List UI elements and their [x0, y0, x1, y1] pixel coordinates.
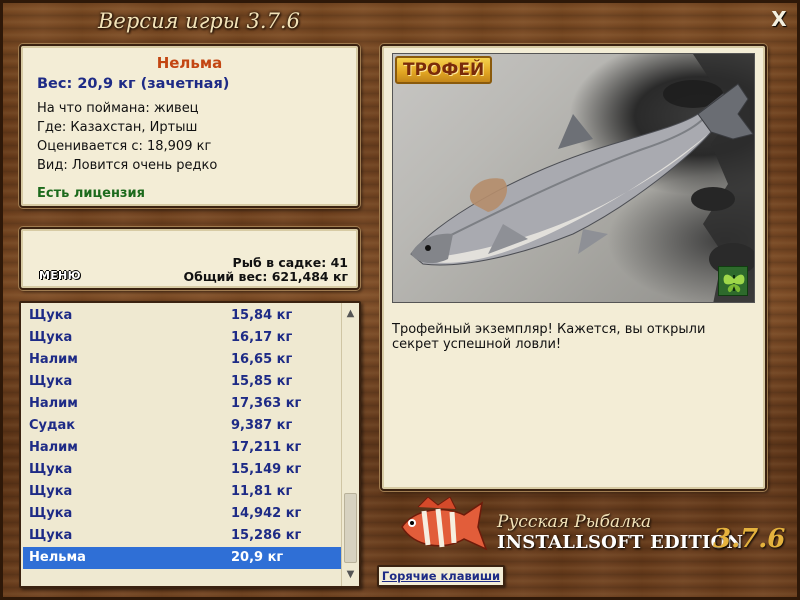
catch-list-scrollbar[interactable]: ▲ ▼: [341, 303, 359, 586]
catch-fish-name: Щука: [29, 374, 73, 389]
fish-details: На что поймана: живец Где: Казахстан, Ир…: [37, 99, 217, 175]
catch-fish-name: Щука: [29, 330, 73, 345]
fish-weight: Вес: 20,9 кг (зачетная): [37, 76, 230, 92]
logo-fish-icon: [401, 497, 488, 551]
catch-list-row[interactable]: Щука 15,286 кг: [23, 525, 341, 547]
catch-list-row[interactable]: Щука 15,84 кг: [23, 305, 341, 327]
catch-fish-weight: 15,84 кг: [231, 308, 293, 323]
trophy-badge: ТРОФЕЙ: [395, 56, 493, 84]
catch-list[interactable]: Щука 15,84 кг Щука 16,17 кг Налим 16,65 кг Щук…: [19, 301, 361, 588]
window-title: Версия игры 3.7.6: [98, 9, 300, 33]
catch-list-rows: Щука 15,84 кг Щука 16,17 кг Налим 16,65 кг Щук…: [23, 305, 341, 569]
catch-fish-weight: 20,9 кг: [231, 550, 284, 565]
fish-threshold: Оценивается с: 18,909 кг: [37, 139, 212, 154]
catch-fish-weight: 17,211 кг: [231, 440, 302, 455]
catch-fish-name: Щука: [29, 528, 73, 543]
catch-fish-name: Щука: [29, 462, 73, 477]
game-window: Версия игры 3.7.6 X Нельма Вес: 20,9 кг …: [0, 0, 800, 600]
fish-name: Нельма: [156, 54, 223, 72]
menu-button[interactable]: МЕНЮ: [35, 269, 85, 285]
fish-info-panel: Нельма Вес: 20,9 кг (зачетная) На что по…: [19, 44, 360, 208]
catch-fish-weight: 16,17 кг: [231, 330, 293, 345]
catch-fish-name: Щука: [29, 506, 73, 521]
catch-list-row[interactable]: Щука 11,81 кг: [23, 481, 341, 503]
catch-list-row[interactable]: Налим 17,363 кг: [23, 393, 341, 415]
catch-fish-weight: 9,387 кг: [231, 418, 293, 433]
trophy-message: Трофейный экземпляр! Кажется, вы открыли…: [392, 322, 706, 352]
catch-fish-weight: 16,65 кг: [231, 352, 293, 367]
catch-list-row[interactable]: Щука 15,149 кг: [23, 459, 341, 481]
fish-location: Где: Казахстан, Иртыш: [37, 120, 198, 135]
catch-fish-weight: 11,81 кг: [231, 484, 293, 499]
catch-fish-name: Щука: [29, 484, 73, 499]
catch-fish-name: Щука: [29, 308, 73, 323]
catch-fish-name: Налим: [29, 352, 78, 367]
catch-fish-weight: 15,286 кг: [231, 528, 302, 543]
logo-game-title: Русская Рыбалка: [497, 512, 652, 532]
catch-fish-name: Нельма: [29, 550, 86, 565]
catch-list-row[interactable]: Щука 14,942 кг: [23, 503, 341, 525]
fish-rarity: Вид: Ловится очень редко: [37, 158, 218, 173]
hotkeys-button[interactable]: Горячие клавиши: [377, 565, 505, 587]
total-weight: Общий вес: 621,484 кг: [183, 269, 349, 284]
butterfly-icon[interactable]: [718, 266, 748, 296]
catch-fish-name: Налим: [29, 396, 78, 411]
trophy-fish-photo: ТРОФЕЙ: [392, 53, 755, 303]
fish-count: Рыб в садке: 41: [232, 255, 348, 270]
trophy-panel: ТРОФЕЙ Трофейный экземпляр! Кажется, вы …: [380, 44, 767, 491]
catch-list-row[interactable]: Щука 16,17 кг: [23, 327, 341, 349]
fish-photo-image: [410, 54, 754, 302]
catch-fish-weight: 15,149 кг: [231, 462, 302, 477]
scroll-thumb[interactable]: [344, 493, 357, 563]
catch-list-row[interactable]: Щука 15,85 кг: [23, 371, 341, 393]
catch-fish-name: Налим: [29, 440, 78, 455]
scroll-up-icon[interactable]: ▲: [342, 305, 359, 323]
fish-bait: На что поймана: живец: [37, 101, 199, 116]
catch-list-row[interactable]: Нельма 20,9 кг: [23, 547, 341, 569]
catch-fish-weight: 17,363 кг: [231, 396, 302, 411]
catch-fish-name: Судак: [29, 418, 76, 433]
catch-list-row[interactable]: Судак 9,387 кг: [23, 415, 341, 437]
logo-version: 3.7.6: [713, 524, 786, 554]
keepnet-stats-panel: МЕНЮ Рыб в садке: 41 Общий вес: 621,484 …: [19, 227, 360, 290]
catch-list-row[interactable]: Налим 17,211 кг: [23, 437, 341, 459]
catch-list-row[interactable]: Налим 16,65 кг: [23, 349, 341, 371]
close-button[interactable]: X: [769, 9, 789, 29]
catch-fish-weight: 14,942 кг: [231, 506, 302, 521]
catch-fish-weight: 15,85 кг: [231, 374, 293, 389]
keepnet-stats: Рыб в садке: 41 Общий вес: 621,484 кг: [184, 256, 349, 284]
logo-edition: INSTALLSOFT EDITION: [497, 532, 744, 553]
license-status: Есть лицензия: [37, 186, 145, 201]
scroll-down-icon[interactable]: ▼: [342, 566, 359, 584]
